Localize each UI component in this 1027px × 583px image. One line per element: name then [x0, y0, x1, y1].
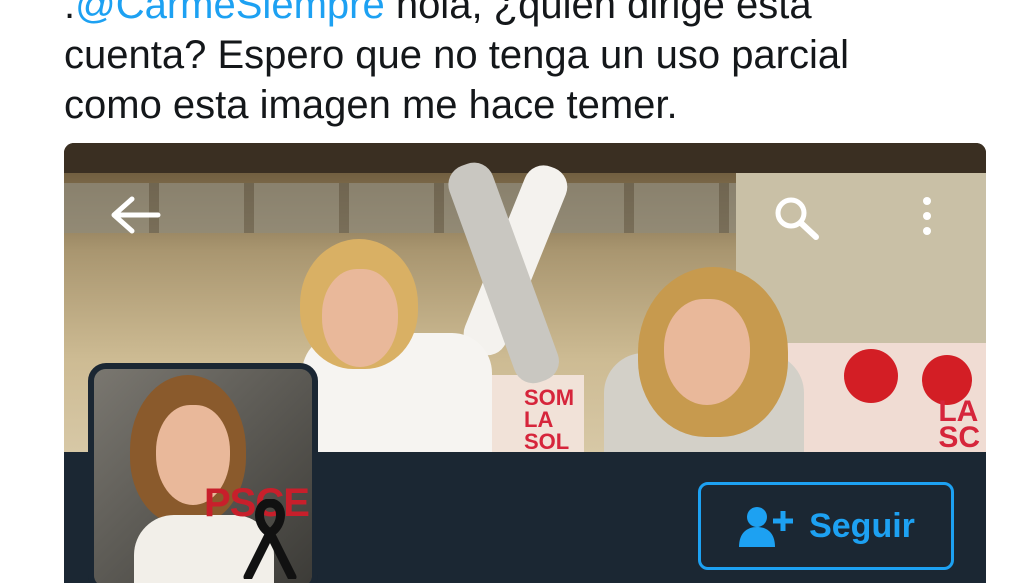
rose-logo	[844, 349, 898, 403]
mourning-ribbon-icon	[243, 499, 297, 579]
tweet-text-prefix: .	[64, 0, 76, 27]
banner-sign-left-text: SOM LA SOL	[524, 385, 575, 453]
follow-button[interactable]: Seguir	[698, 482, 954, 570]
mention-link[interactable]: @CarmeSiempre	[75, 0, 385, 27]
tweet-text-line1: hola, ¿quién dirige esta	[384, 0, 812, 27]
face	[322, 269, 398, 367]
avatar[interactable]: PSCE	[88, 363, 318, 583]
follow-button-label: Seguir	[809, 506, 915, 545]
banner-ceiling	[64, 143, 986, 173]
face	[664, 299, 750, 405]
add-user-icon	[739, 507, 794, 547]
banner-sign-right-text: LA SC	[938, 395, 980, 453]
tweet-text-line2: cuenta? Espero que no tenga un uso parci…	[64, 33, 850, 77]
arrow-left-icon[interactable]	[108, 195, 164, 235]
search-icon[interactable]	[772, 195, 822, 241]
banner-sign-right: LA SC	[776, 343, 986, 452]
tweet-text-line3: como esta imagen me hace temer.	[64, 83, 678, 127]
more-vertical-icon[interactable]	[912, 193, 942, 239]
embedded-profile-screenshot[interactable]: SOM LA SOL LA SC PSCE Seguir	[64, 143, 986, 583]
banner-sign-left: SOM LA SOL	[492, 375, 584, 452]
tweet-text: .@CarmeSiempre hola, ¿quién dirige esta c…	[64, 0, 1004, 130]
